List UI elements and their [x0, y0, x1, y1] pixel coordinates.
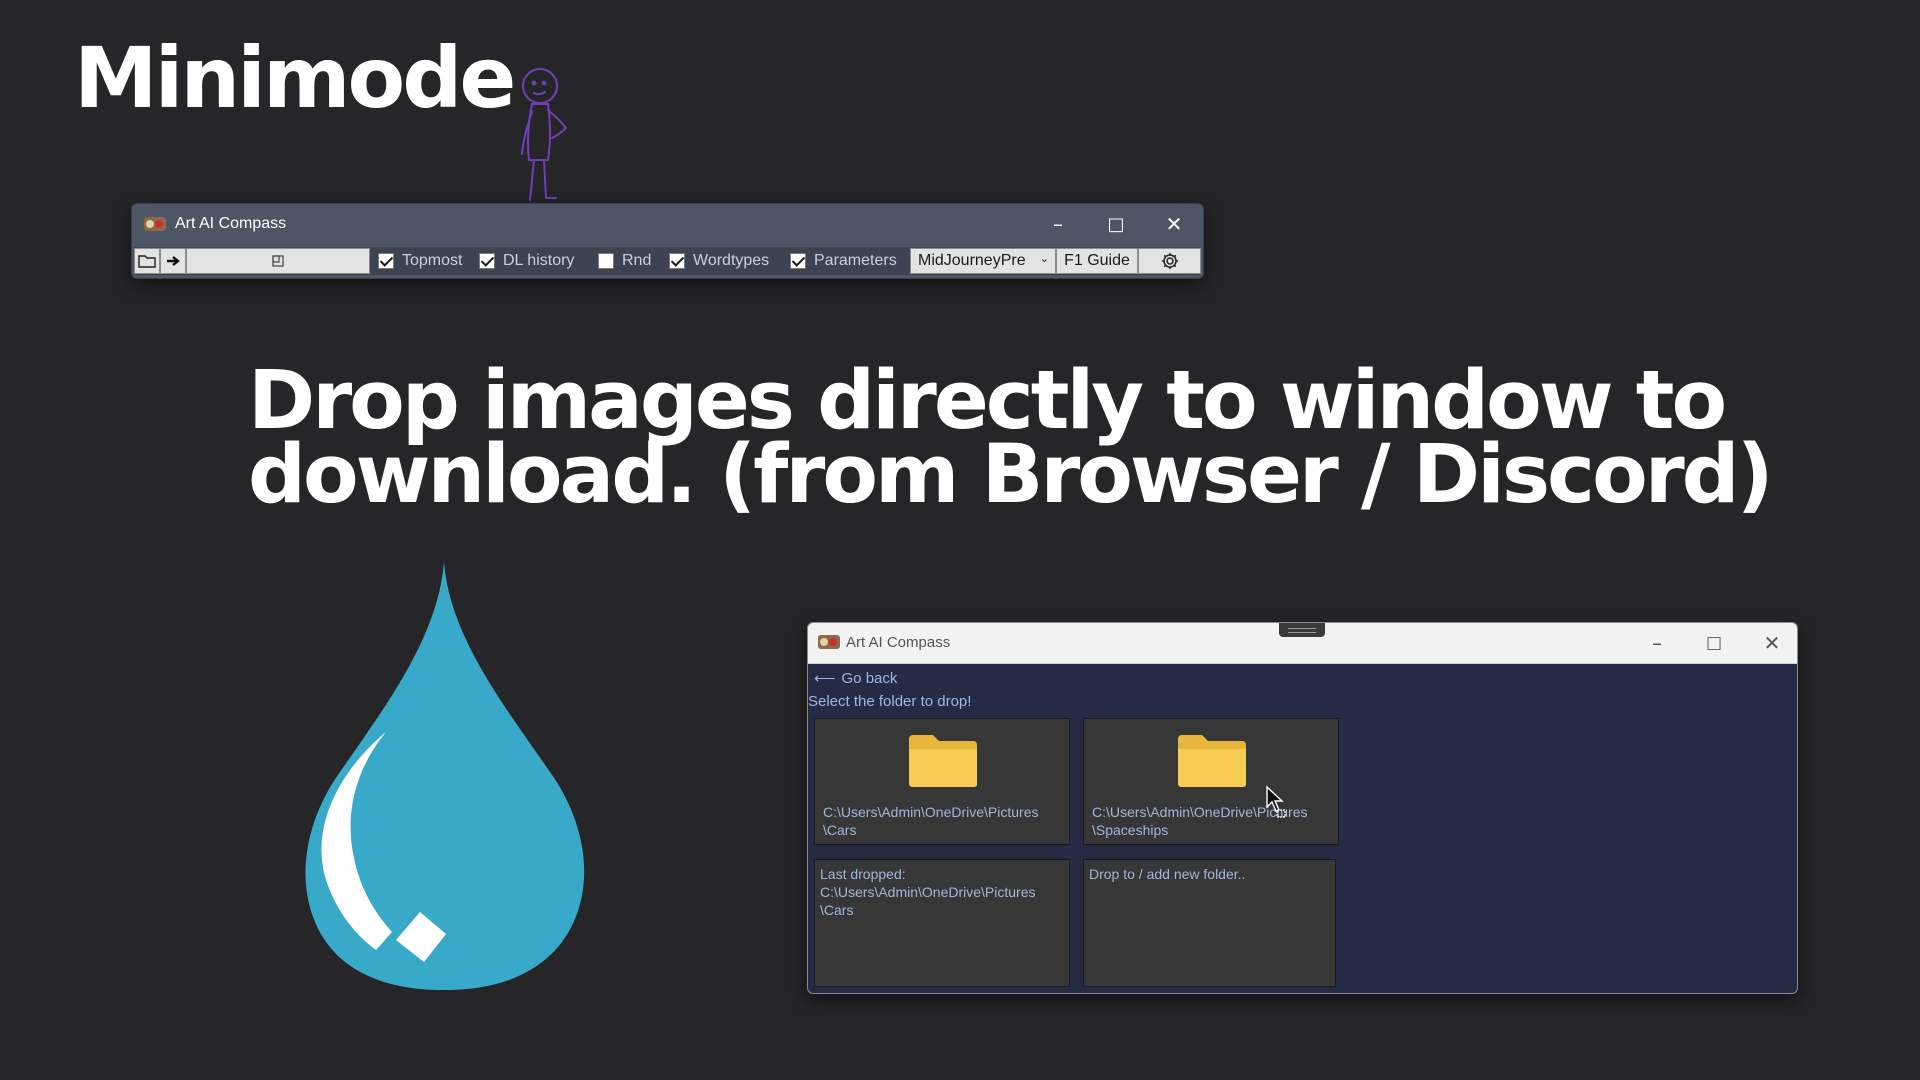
preset-select[interactable]: MidJourneyPre ⌄ — [910, 248, 1056, 274]
minimode-window: Art AI Compass – □ ✕ Topmost DL history … — [131, 203, 1204, 279]
add-folder-card[interactable]: Drop to / add new folder.. — [1083, 859, 1336, 987]
add-folder-label: Drop to / add new folder.. — [1089, 866, 1246, 882]
checkbox-box[interactable] — [669, 253, 685, 269]
window-titlebar[interactable]: Art AI Compass – □ ✕ — [808, 623, 1797, 664]
minimize-button[interactable]: – — [1029, 204, 1087, 244]
f1-guide-button[interactable]: F1 Guide — [1056, 248, 1138, 274]
drag-handle[interactable] — [1279, 623, 1325, 637]
drop-zone-button[interactable] — [186, 248, 370, 274]
checkbox-box[interactable] — [598, 253, 614, 269]
last-dropped-text: Last dropped: C:\Users\Admin\OneDrive\Pi… — [820, 865, 1036, 919]
minimode-heading: Minimode — [74, 29, 516, 127]
gear-icon — [1161, 253, 1178, 269]
folder-card-cars[interactable]: C:\Users\Admin\OneDrive\Pictures \Cars — [814, 718, 1070, 845]
open-folder-button[interactable] — [134, 248, 160, 274]
rnd-checkbox[interactable]: Rnd — [598, 251, 651, 271]
water-drop-icon — [305, 562, 585, 990]
settings-button[interactable] — [1138, 248, 1201, 274]
last-dropped-card[interactable]: Last dropped: C:\Users\Admin\OneDrive\Pi… — [814, 859, 1070, 987]
maximize-button[interactable]: □ — [1087, 204, 1145, 244]
heading-line-1: Drop images directly to window to — [248, 354, 1727, 448]
minimize-button[interactable]: – — [1628, 623, 1686, 663]
mouse-cursor-icon — [1266, 785, 1286, 818]
checkbox-box[interactable] — [378, 253, 394, 269]
heading-line-2: download. (from Browser / Discord) — [248, 428, 1774, 522]
checkbox-label: Parameters — [814, 252, 897, 269]
checkbox-box[interactable] — [479, 253, 495, 269]
preset-select-value: MidJourneyPre — [918, 252, 1026, 269]
window-title: Art AI Compass — [846, 634, 951, 651]
window-title: Art AI Compass — [175, 215, 287, 232]
folder-path: C:\Users\Admin\OneDrive\Pictures \Cars — [823, 803, 1039, 839]
wordtypes-checkbox[interactable]: Wordtypes — [669, 251, 769, 271]
go-back-label: Go back — [841, 669, 898, 687]
chevron-down-icon: ⌄ — [1039, 253, 1049, 265]
folder-path-line: \Cars — [823, 822, 857, 838]
folder-open-icon — [138, 255, 156, 268]
checkbox-label: DL history — [503, 252, 575, 269]
drop-window: Art AI Compass – □ ✕ ⟵ Go back Select th… — [807, 622, 1798, 994]
go-button[interactable] — [160, 248, 186, 274]
drop-instruction-heading: Drop images directly to window to downlo… — [248, 354, 1808, 522]
checkbox-box[interactable] — [790, 253, 806, 269]
close-button[interactable]: ✕ — [1743, 623, 1797, 663]
parameters-checkbox[interactable]: Parameters — [790, 251, 897, 271]
select-folder-label: Select the folder to drop! — [808, 693, 972, 710]
go-back-link[interactable]: ⟵ Go back — [814, 669, 898, 688]
checkbox-label: Rnd — [622, 252, 652, 269]
folder-icon — [1178, 735, 1246, 787]
folder-path-line: \Spaceships — [1092, 822, 1169, 838]
checkbox-label: Topmost — [402, 252, 463, 269]
window-titlebar[interactable]: Art AI Compass – □ ✕ — [132, 204, 1203, 244]
folder-card-spaceships[interactable]: C:\Users\Admin\OneDrive\Pictures \Spaces… — [1083, 718, 1339, 845]
folder-icon — [909, 735, 977, 787]
arrow-right-icon — [167, 256, 180, 266]
stick-figure-icon — [521, 68, 568, 201]
topmost-checkbox[interactable]: Topmost — [378, 251, 462, 271]
window-icon — [272, 255, 284, 267]
checkbox-label: Wordtypes — [693, 252, 770, 269]
last-dropped-label: Last dropped: — [820, 866, 906, 882]
app-icon — [144, 217, 166, 231]
dl-history-checkbox[interactable]: DL history — [479, 251, 574, 271]
last-dropped-path: C:\Users\Admin\OneDrive\Pictures — [820, 884, 1036, 900]
toolbar: Topmost DL history Rnd Wordtypes Paramet… — [134, 247, 1201, 275]
last-dropped-path: \Cars — [820, 902, 854, 918]
arrow-left-icon: ⟵ — [814, 670, 836, 687]
close-button[interactable]: ✕ — [1145, 204, 1203, 244]
maximize-button[interactable]: □ — [1685, 623, 1743, 663]
folder-path-line: C:\Users\Admin\OneDrive\Pictures — [823, 804, 1039, 820]
app-icon — [818, 635, 840, 649]
